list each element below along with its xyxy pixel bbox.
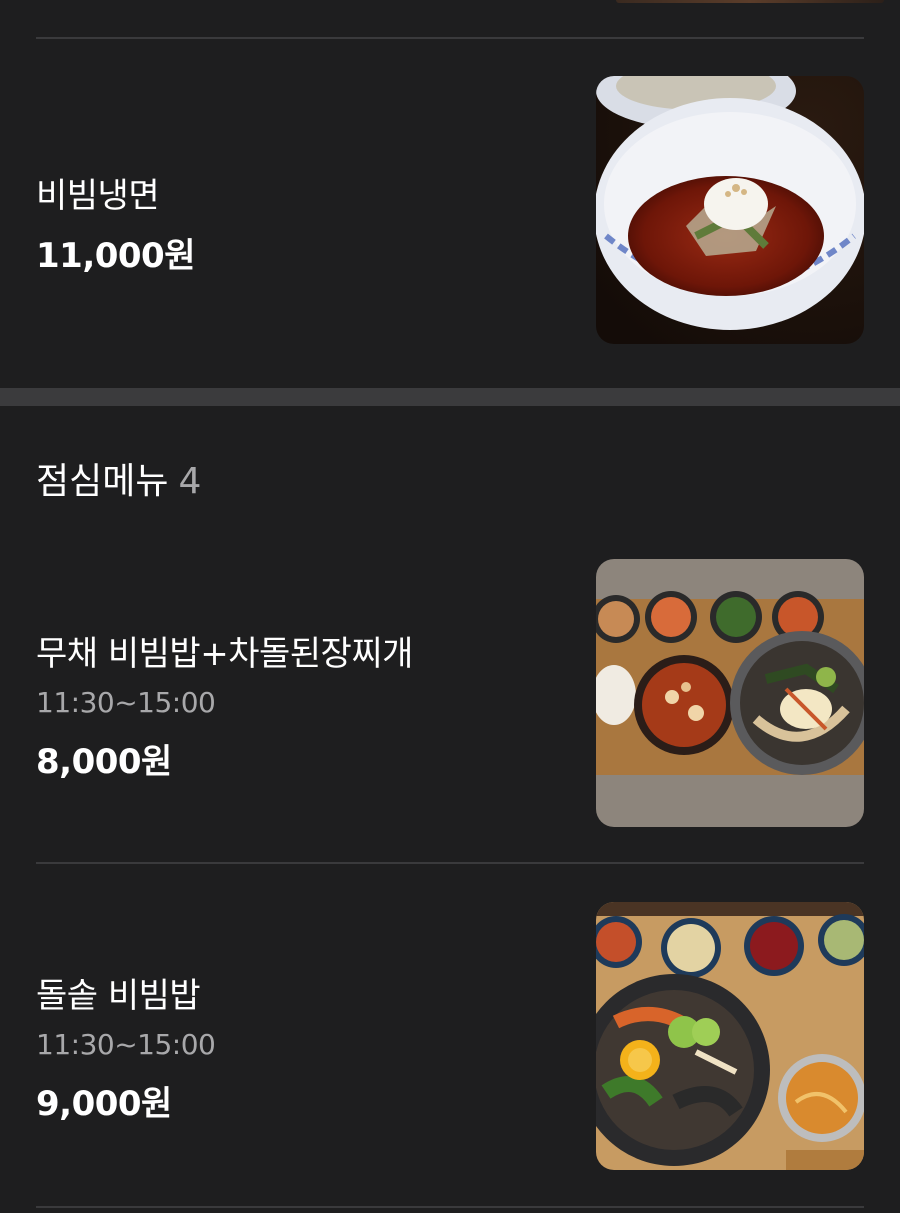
menu-item-name: 비빔냉면: [36, 176, 160, 216]
section-header-lunch: 점심메뉴 4: [36, 452, 201, 504]
menu-item-hours: 11:30~15:00: [36, 1028, 216, 1061]
section-separator: [0, 388, 900, 406]
divider: [36, 37, 864, 39]
menu-item-muchae-bibimbap[interactable]: 무채 비빔밥+차돌된장찌개 11:30~15:00 8,000원: [0, 540, 900, 862]
menu-item-name: 돌솥 비빔밥: [36, 976, 201, 1016]
section-item-count: 4: [178, 461, 202, 502]
dolsot-bibimbap-photo[interactable]: [596, 902, 864, 1170]
muchae-bibimbap-set-photo[interactable]: [596, 559, 864, 827]
menu-item-price: 8,000원: [36, 742, 172, 782]
menu-item-dolsot-bibimbap[interactable]: 돌솥 비빔밥 11:30~15:00 9,000원: [0, 864, 900, 1206]
previous-item-tail: [36, 0, 884, 40]
section-title: 점심메뉴: [36, 461, 169, 502]
previous-item-thumbnail: [616, 0, 884, 3]
menu-item-price: 9,000원: [36, 1084, 172, 1124]
divider: [36, 1206, 864, 1208]
menu-item-name: 무채 비빔밥+차돌된장찌개: [36, 634, 413, 674]
menu-item-bibim-naengmyeon[interactable]: 비빔냉면 11,000원: [0, 40, 900, 388]
menu-item-price: 11,000원: [36, 236, 195, 276]
menu-item-hours: 11:30~15:00: [36, 686, 216, 719]
bibim-naengmyeon-photo[interactable]: [596, 76, 864, 344]
